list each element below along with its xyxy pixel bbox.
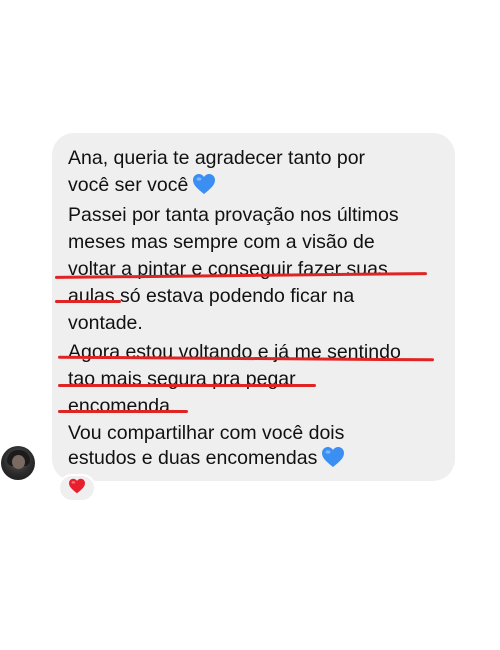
message-line-text: você ser você xyxy=(68,174,189,196)
message-line: aulas só estava podendo ficar na xyxy=(68,285,355,307)
message-line: meses mas sempre com a visão de xyxy=(68,231,375,253)
blue-heart-icon xyxy=(192,173,216,202)
message-line: vontade. xyxy=(68,312,143,334)
red-heart-icon xyxy=(68,478,86,499)
message-line: Passei por tanta provação nos últimos xyxy=(68,204,399,226)
highlight-underline xyxy=(55,300,121,303)
message-line: Agora estou voltando e já me sentindo xyxy=(68,341,401,363)
highlight-underline xyxy=(58,384,316,387)
blue-heart-icon xyxy=(321,446,345,475)
reaction-badge[interactable] xyxy=(58,474,96,502)
message-line-text: estudos e duas encomendas xyxy=(68,447,318,469)
highlight-underline xyxy=(58,410,188,413)
avatar[interactable] xyxy=(1,446,35,480)
message-line: Ana, queria te agradecer tanto por xyxy=(68,147,366,169)
message-line-with-emoji: você ser você xyxy=(68,172,216,202)
message-line: tao mais segura pra pegar xyxy=(68,368,296,390)
message-line-with-emoji: estudos e duas encomendas xyxy=(68,445,345,475)
message-line: encomenda. xyxy=(68,395,176,417)
message-line: Vou compartilhar com você dois xyxy=(68,422,345,444)
